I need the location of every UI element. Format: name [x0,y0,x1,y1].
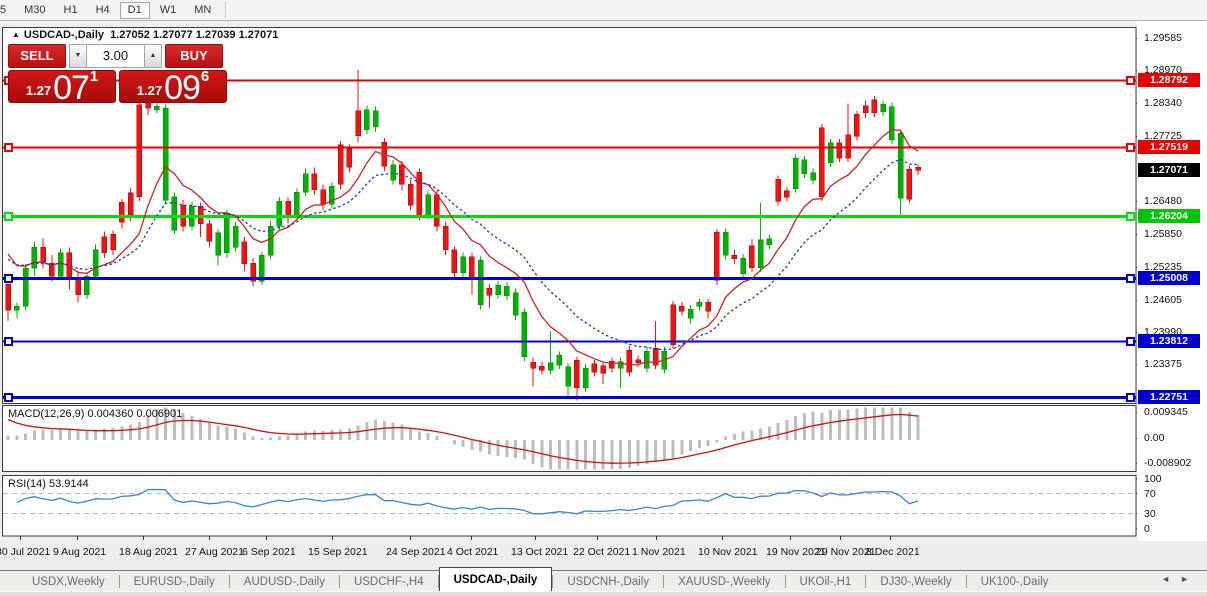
axis-tick-label: 1.29585 [1144,32,1182,44]
tab-uk100-daily[interactable]: UK100-,Daily [967,572,1063,592]
axis-tick-label: 1.24605 [1144,293,1182,306]
chart-ohlc-values: 1.27052 1.27077 1.27039 1.27071 [110,29,279,41]
axis-tick-label: 70 [1144,488,1156,500]
date-label: 9 Aug 2021 [53,546,107,558]
axis-tick-label: 100 [1144,473,1162,485]
sell-price-button[interactable]: 1.27 07 1 [8,68,116,107]
chart-symbol-label: USDCAD-,Daily [23,29,104,41]
tab-usdcnh-daily[interactable]: USDCNH-,Daily [553,572,663,592]
axis-tick-label: 1.26480 [1144,195,1182,208]
current-price-label: 1.27071 [1138,163,1200,178]
date-label: 6 Sep 2021 [242,546,296,558]
tab-usdchf-h4[interactable]: USDCHF-,H4 [340,572,438,592]
buy-price-button[interactable]: 1.27 09 6 [119,68,227,107]
buy-price-pip: 6 [200,68,210,85]
chart-title: ▲ USDCAD-,Daily 1.27052 1.27077 1.27039 1… [12,29,278,41]
buy-button[interactable]: BUY [165,44,223,68]
date-label: 1 Nov 2021 [632,546,686,558]
price-axis: 1.29585 1.28970 1.28340 1.27725 1.26480 1.258… [1137,21,1207,541]
volume-increase-button[interactable]: ▲ [144,44,162,68]
date-label: 10 Nov 2021 [698,546,758,558]
buy-price-prefix: 1.27 [136,83,163,98]
tab-ukoil-h1[interactable]: UKOil-,H1 [786,572,866,592]
axis-tick-label: 1.25850 [1144,228,1182,241]
axis-tick-label: -0.008902 [1144,457,1192,469]
volume-decrease-button[interactable]: ▼ [69,44,87,68]
tab-dj30-weekly[interactable]: DJ30-,Weekly [866,572,965,592]
tab-audusd-daily[interactable]: AUDUSD-,Daily [230,572,339,592]
tab-scroll-left-icon[interactable]: ◄ [1161,574,1180,584]
date-label: 30 Jul 2021 [0,546,51,558]
tab-xauusd-weekly[interactable]: XAUUSD-,Weekly [664,572,784,592]
date-label: 24 Sep 2021 [386,546,446,558]
sell-price-digits: 07 [53,69,90,107]
axis-tick-label: 1.23375 [1144,358,1182,371]
date-label: 13 Oct 2021 [511,546,569,558]
sell-button[interactable]: SELL [8,44,66,68]
axis-tick-label: 30 [1144,508,1156,520]
tab-eurusd-daily[interactable]: EURUSD-,Daily [120,572,229,592]
date-label: 22 Oct 2021 [573,546,631,558]
macd-indicator-label: MACD(12,26,9) 0.004360 0.006901 [8,408,183,420]
axis-tick-label: 0 [1144,523,1150,535]
sell-price-pip: 1 [89,68,99,85]
date-label: 18 Aug 2021 [119,546,178,558]
axis-tick-label: 0.00 [1144,432,1165,444]
rsi-indicator-label: RSI(14) 53.9144 [8,478,89,490]
tab-scroll-right-icon[interactable]: ► [1180,574,1199,584]
date-label: 8 Dec 2021 [866,546,920,558]
collapse-triangle-icon[interactable]: ▲ [12,30,20,39]
volume-input[interactable]: 3.00 [87,44,144,68]
date-label: 27 Aug 2021 [185,546,244,558]
axis-tick-label: 1.28340 [1144,97,1182,110]
price-line-label: 1.26204 [1138,208,1200,223]
price-line-label: 1.22751 [1138,390,1200,404]
price-line-label: 1.25008 [1138,271,1200,286]
trading-terminal-window: 5 M30 H1 H4 D1 W1 MN ▲ USDCAD-,Daily 1.27052 1.… [0,0,1207,596]
one-click-trading-panel: SELL ▼ 3.00 ▲ BUY 1.27 07 1 1.27 09 6 [8,44,227,107]
price-line-label: 1.27519 [1138,139,1200,154]
axis-tick-label: 0.009345 [1144,406,1188,418]
date-label: 15 Sep 2021 [308,546,368,558]
chart-tab-bar: USDX,Weekly EURUSD-,Daily AUDUSD-,Daily USD… [0,566,1207,592]
buy-price-digits: 09 [164,69,201,107]
tab-usdx-weekly[interactable]: USDX,Weekly [18,572,119,592]
date-label: 4 Oct 2021 [447,546,499,558]
price-line-label: 1.23812 [1138,334,1200,349]
sell-price-prefix: 1.27 [25,83,52,98]
price-line-label: 1.28792 [1138,72,1200,87]
tab-usdcad-daily[interactable]: USDCAD-,Daily [438,566,553,591]
